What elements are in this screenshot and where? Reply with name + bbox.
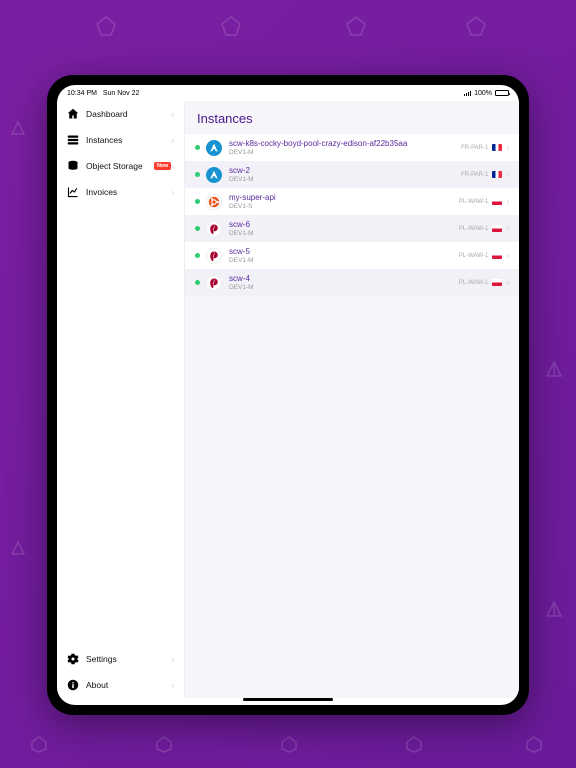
arch-os-icon	[206, 167, 222, 183]
chevron-right-icon: ›	[171, 110, 174, 119]
nav-item-invoices[interactable]: Invoices ›	[57, 179, 184, 205]
status-dot-icon	[195, 145, 200, 150]
instance-name: scw-2	[229, 166, 461, 175]
instance-type: DEV1-S	[229, 203, 459, 210]
home-icon	[67, 108, 79, 120]
status-date: Sun Nov 22	[103, 90, 140, 97]
nav-label: Object Storage	[86, 161, 151, 171]
nav-item-object-storage[interactable]: Object Storage New ›	[57, 153, 184, 179]
instance-text: scw-4 DEV1-M	[229, 274, 459, 291]
instance-row[interactable]: scw-2 DEV1-M FR-PAR-1 ›	[185, 161, 519, 188]
chevron-right-icon: ›	[506, 170, 509, 179]
info-icon	[67, 679, 79, 691]
status-dot-icon	[195, 280, 200, 285]
flag-pl-icon	[492, 252, 502, 259]
tablet-frame: 10:34 PM Sun Nov 22 100% Dashboard › Ins…	[47, 75, 529, 715]
instance-text: my-super-api DEV1-S	[229, 193, 459, 210]
flag-fr-icon	[492, 144, 502, 151]
chevron-right-icon: ›	[171, 655, 174, 664]
instance-row[interactable]: scw-4 DEV1-M PL-WAW-1 ›	[185, 269, 519, 296]
region-label: PL-WAW-1	[459, 199, 488, 205]
nav-label: Invoices	[86, 187, 171, 197]
instance-row[interactable]: scw-5 DEV1-M PL-WAW-1 ›	[185, 242, 519, 269]
battery-pct: 100%	[474, 90, 492, 97]
chevron-right-icon: ›	[506, 143, 509, 152]
instance-name: scw-k8s-cocky-boyd-pool-crazy-edison-af2…	[229, 139, 461, 148]
status-dot-icon	[195, 253, 200, 258]
gear-icon	[67, 653, 79, 665]
region-label: PL-WAW-1	[459, 253, 488, 259]
status-dot-icon	[195, 199, 200, 204]
instance-name: scw-6	[229, 220, 459, 229]
instance-text: scw-2 DEV1-M	[229, 166, 461, 183]
instance-text: scw-5 DEV1-M	[229, 247, 459, 264]
nav-item-about[interactable]: About ›	[57, 672, 184, 698]
chart-icon	[67, 186, 79, 198]
home-indicator[interactable]	[243, 698, 333, 701]
debian-os-icon	[206, 248, 222, 264]
instance-type: DEV1-M	[229, 149, 461, 156]
screen: 10:34 PM Sun Nov 22 100% Dashboard › Ins…	[57, 85, 519, 705]
new-badge: New	[154, 162, 171, 170]
instance-row[interactable]: my-super-api DEV1-S PL-WAW-1 ›	[185, 188, 519, 215]
status-bar: 10:34 PM Sun Nov 22 100%	[57, 85, 519, 101]
instance-name: scw-5	[229, 247, 459, 256]
instance-list: scw-k8s-cocky-boyd-pool-crazy-edison-af2…	[185, 134, 519, 698]
nav-item-dashboard[interactable]: Dashboard ›	[57, 101, 184, 127]
nav-item-instances[interactable]: Instances ›	[57, 127, 184, 153]
database-icon	[67, 160, 79, 172]
region-label: FR-PAR-1	[461, 172, 488, 178]
nav-item-settings[interactable]: Settings ›	[57, 646, 184, 672]
instance-row[interactable]: scw-k8s-cocky-boyd-pool-crazy-edison-af2…	[185, 134, 519, 161]
flag-pl-icon	[492, 279, 502, 286]
page-title: Instances	[185, 101, 519, 134]
flag-pl-icon	[492, 198, 502, 205]
nav-label: About	[86, 680, 171, 690]
status-dot-icon	[195, 172, 200, 177]
status-dot-icon	[195, 226, 200, 231]
chevron-right-icon: ›	[171, 681, 174, 690]
chevron-right-icon: ›	[506, 251, 509, 260]
flag-fr-icon	[492, 171, 502, 178]
main-panel: Instances scw-k8s-cocky-boyd-pool-crazy-…	[185, 101, 519, 698]
chevron-right-icon: ›	[171, 136, 174, 145]
nav-label: Settings	[86, 654, 171, 664]
status-time: 10:34 PM	[67, 90, 97, 97]
instance-type: DEV1-M	[229, 257, 459, 264]
region-label: FR-PAR-1	[461, 145, 488, 151]
servers-icon	[67, 134, 79, 146]
chevron-right-icon: ›	[506, 278, 509, 287]
chevron-right-icon: ›	[506, 224, 509, 233]
instance-name: scw-4	[229, 274, 459, 283]
nav-label: Instances	[86, 135, 171, 145]
instance-name: my-super-api	[229, 193, 459, 202]
sidebar: Dashboard › Instances › Object Storage N…	[57, 101, 185, 698]
signal-icon	[464, 91, 472, 96]
instance-type: DEV1-M	[229, 284, 459, 291]
chevron-right-icon: ›	[171, 188, 174, 197]
flag-pl-icon	[492, 225, 502, 232]
region-label: PL-WAW-1	[459, 226, 488, 232]
instance-text: scw-6 DEV1-M	[229, 220, 459, 237]
battery-icon	[495, 90, 509, 96]
nav-label: Dashboard	[86, 109, 171, 119]
chevron-right-icon: ›	[506, 197, 509, 206]
instance-type: DEV1-M	[229, 230, 459, 237]
instance-type: DEV1-M	[229, 176, 461, 183]
chevron-right-icon: ›	[171, 162, 174, 171]
debian-os-icon	[206, 221, 222, 237]
ubuntu-os-icon	[206, 194, 222, 210]
arch-os-icon	[206, 140, 222, 156]
instance-row[interactable]: scw-6 DEV1-M PL-WAW-1 ›	[185, 215, 519, 242]
instance-text: scw-k8s-cocky-boyd-pool-crazy-edison-af2…	[229, 139, 461, 156]
region-label: PL-WAW-1	[459, 280, 488, 286]
debian-os-icon	[206, 275, 222, 291]
